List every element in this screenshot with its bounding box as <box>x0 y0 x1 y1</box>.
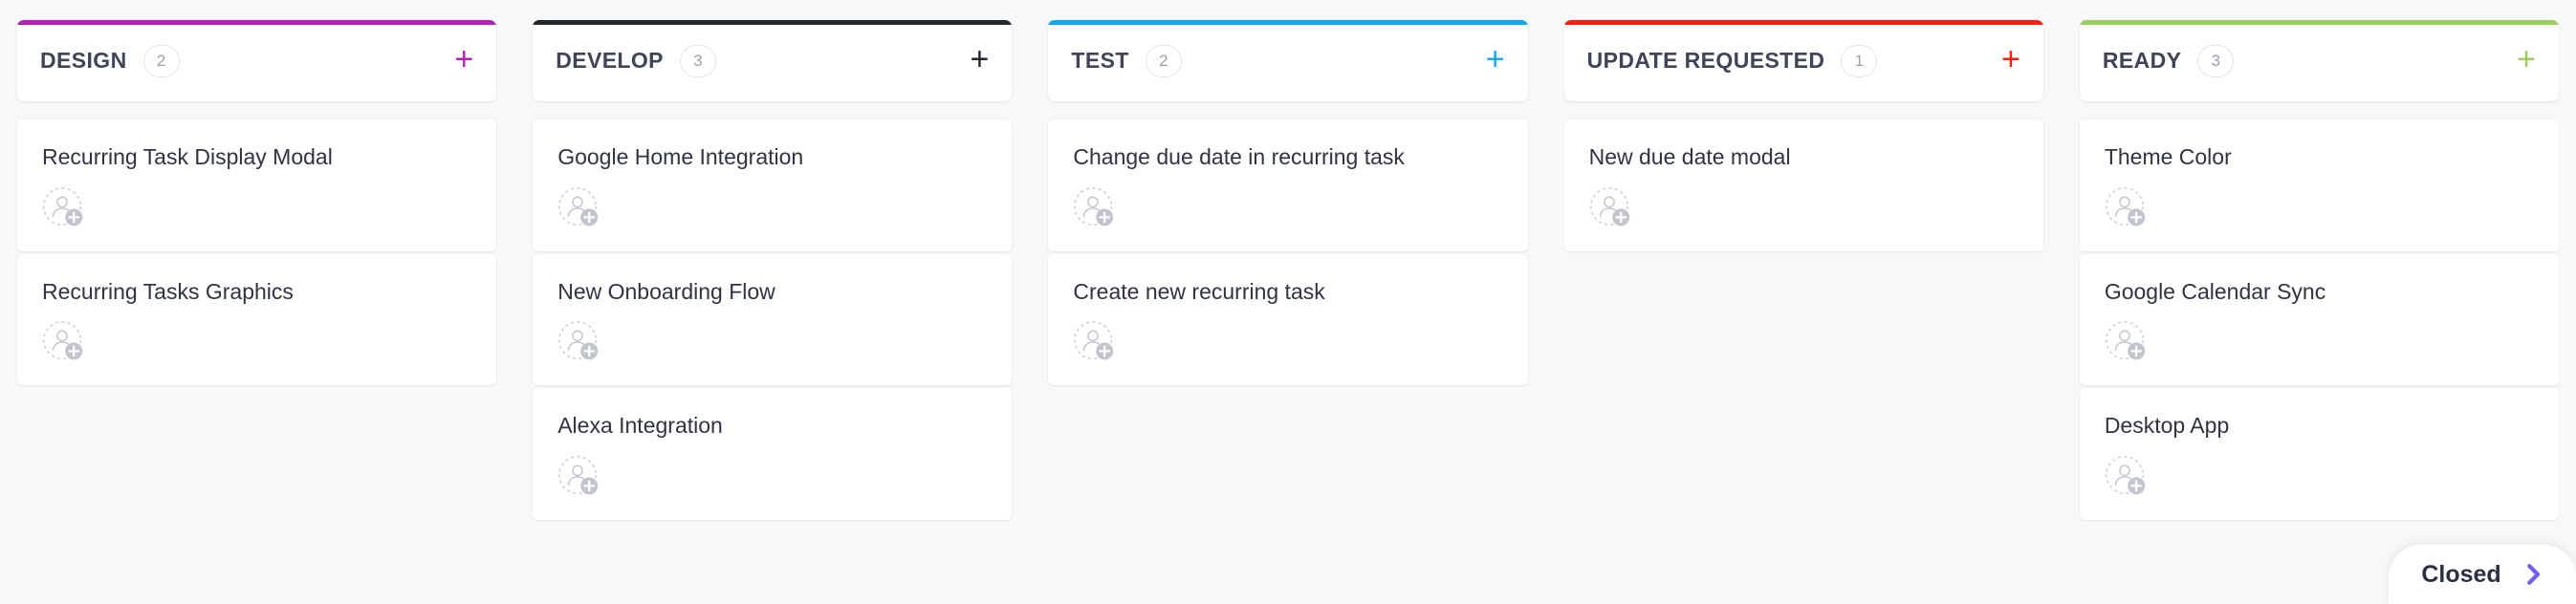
card-list: Google Home Integration New Onboarding Fl… <box>533 119 1013 521</box>
task-card[interactable]: Recurring Tasks Graphics <box>17 253 497 386</box>
chevron-right-icon[interactable] <box>2519 560 2547 589</box>
column-accent-bar <box>1048 20 1528 25</box>
kanban-column: UPDATE REQUESTED 1 + New due date modal <box>1563 20 2043 604</box>
task-card-title: Alexa Integration <box>557 413 723 439</box>
column-count-badge: 1 <box>1841 44 1878 77</box>
add-assignee-icon[interactable] <box>2105 455 2149 499</box>
column-accent-bar <box>2079 20 2560 25</box>
kanban-column: DEVELOP 3 + Google Home Integration New Onbo… <box>533 20 1013 604</box>
task-card[interactable]: Change due date in recurring task <box>1048 119 1528 251</box>
column-header: DEVELOP 3 + <box>533 20 1013 101</box>
task-card-title: Recurring Task Display Modal <box>42 144 333 169</box>
task-card[interactable]: Desktop App <box>2079 388 2560 521</box>
kanban-board: DESIGN 2 + Recurring Task Display Modal Recu… <box>0 0 2576 604</box>
kanban-column: READY 3 + Theme Color Google Calendar Sync De… <box>2079 20 2560 604</box>
add-task-plus-icon[interactable]: + <box>2517 43 2536 79</box>
add-assignee-icon[interactable] <box>2105 320 2149 364</box>
task-card-title: Create new recurring task <box>1073 278 1325 304</box>
add-assignee-icon[interactable] <box>1589 186 1633 230</box>
task-card-title: New due date modal <box>1588 144 1791 169</box>
add-assignee-icon[interactable] <box>1073 320 1117 364</box>
task-card[interactable]: Create new recurring task <box>1048 253 1528 386</box>
add-assignee-icon[interactable] <box>557 320 601 364</box>
column-title: DEVELOP <box>556 48 664 73</box>
task-card[interactable]: New Onboarding Flow <box>533 253 1013 386</box>
task-card[interactable]: Theme Color <box>2079 119 2560 251</box>
closed-panel-toggle[interactable]: Closed <box>2389 545 2576 604</box>
column-accent-bar <box>17 20 497 25</box>
task-card-title: Change due date in recurring task <box>1073 144 1405 169</box>
task-card[interactable]: Google Home Integration <box>533 119 1013 251</box>
card-list: New due date modal <box>1563 119 2043 251</box>
column-count-badge: 3 <box>2197 44 2235 77</box>
column-count-badge: 2 <box>142 44 180 77</box>
add-assignee-icon[interactable] <box>1073 186 1117 230</box>
task-card-title: Recurring Tasks Graphics <box>42 278 294 304</box>
card-list: Change due date in recurring task Create … <box>1048 119 1528 386</box>
add-task-plus-icon[interactable]: + <box>1486 43 1505 79</box>
task-card-title: Google Calendar Sync <box>2104 278 2326 304</box>
card-list: Recurring Task Display Modal Recurring Ta… <box>17 119 497 386</box>
kanban-column: TEST 2 + Change due date in recurring task C… <box>1048 20 1528 604</box>
task-card-title: Google Home Integration <box>557 144 804 169</box>
card-list: Theme Color Google Calendar Sync Desktop A… <box>2079 119 2560 521</box>
kanban-column: DESIGN 2 + Recurring Task Display Modal Recu… <box>17 20 497 604</box>
task-card-title: Desktop App <box>2104 413 2230 439</box>
column-title: TEST <box>1071 48 1129 73</box>
add-assignee-icon[interactable] <box>557 186 601 230</box>
column-header: DESIGN 2 + <box>17 20 497 101</box>
column-title: UPDATE REQUESTED <box>1586 48 1825 73</box>
column-count-badge: 2 <box>1145 44 1182 77</box>
column-accent-bar <box>1563 20 2043 25</box>
task-card[interactable]: Google Calendar Sync <box>2079 253 2560 386</box>
add-task-plus-icon[interactable]: + <box>454 43 473 79</box>
column-title: DESIGN <box>40 48 127 73</box>
add-assignee-icon[interactable] <box>2105 186 2149 230</box>
task-card[interactable]: New due date modal <box>1563 119 2043 251</box>
column-title: READY <box>2102 48 2182 73</box>
add-assignee-icon[interactable] <box>42 320 86 364</box>
task-card-title: New Onboarding Flow <box>557 278 775 304</box>
column-header: UPDATE REQUESTED 1 + <box>1563 20 2043 101</box>
column-header: READY 3 + <box>2079 20 2560 101</box>
closed-panel-label: Closed <box>2421 560 2501 588</box>
column-count-badge: 3 <box>679 44 716 77</box>
task-card[interactable]: Alexa Integration <box>533 388 1013 521</box>
add-assignee-icon[interactable] <box>42 186 86 230</box>
column-header: TEST 2 + <box>1048 20 1528 101</box>
column-accent-bar <box>533 20 1013 25</box>
add-assignee-icon[interactable] <box>557 455 601 499</box>
task-card-title: Theme Color <box>2104 144 2232 169</box>
task-card[interactable]: Recurring Task Display Modal <box>17 119 497 251</box>
add-task-plus-icon[interactable]: + <box>2001 43 2020 79</box>
add-task-plus-icon[interactable]: + <box>971 43 990 79</box>
